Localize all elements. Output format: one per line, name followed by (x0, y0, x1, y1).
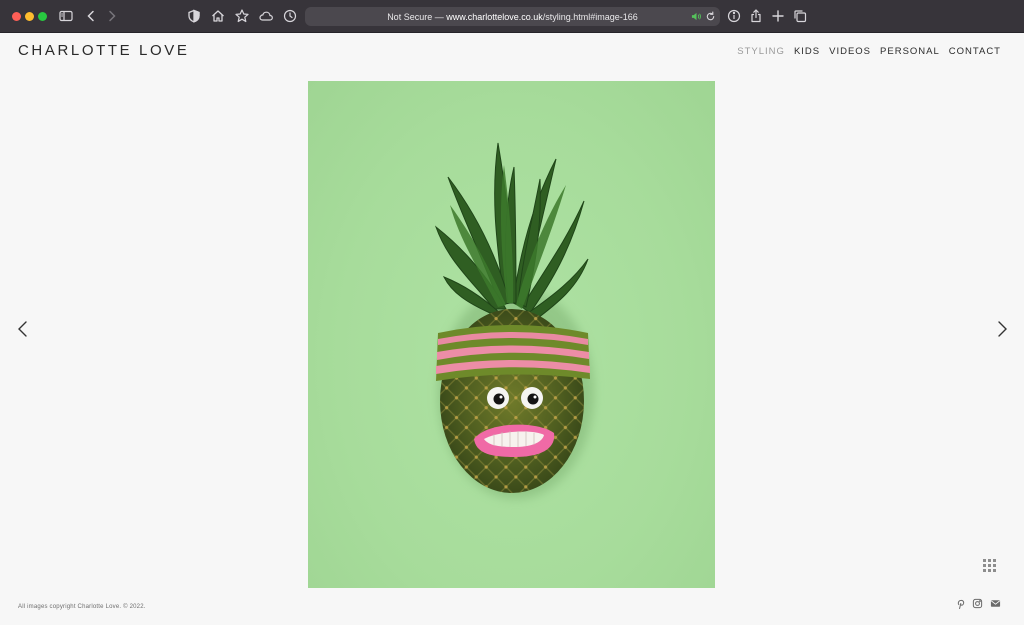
site-title[interactable]: CHARLOTTE LOVE (18, 42, 189, 59)
home-icon[interactable] (210, 8, 226, 24)
nav-item-personal[interactable]: PERSONAL (880, 46, 940, 57)
sidebar-icon[interactable] (58, 8, 74, 24)
minimize-window-button[interactable] (25, 12, 34, 21)
shield-icon[interactable] (186, 8, 202, 24)
star-icon[interactable] (234, 8, 250, 24)
url-security-label: Not Secure — (387, 11, 447, 22)
mail-icon[interactable] (990, 598, 1001, 609)
share-icon[interactable] (748, 8, 764, 24)
close-window-button[interactable] (12, 12, 21, 21)
tabs-overview-icon[interactable] (792, 8, 808, 24)
url-text: Not Secure — www.charlottelove.co.uk/sty… (387, 12, 638, 22)
new-tab-icon[interactable] (770, 8, 786, 24)
zoom-window-button[interactable] (38, 12, 47, 21)
address-bar[interactable]: Not Secure — www.charlottelove.co.uk/sty… (305, 7, 720, 26)
gallery-image[interactable] (308, 81, 715, 588)
pineapple-photo (434, 142, 594, 499)
info-icon[interactable] (726, 8, 742, 24)
forward-icon[interactable] (104, 8, 120, 24)
nav-item-styling[interactable]: STYLING (737, 46, 785, 57)
grid-view-icon[interactable] (983, 559, 998, 574)
back-icon[interactable] (83, 8, 99, 24)
history-icon[interactable] (282, 8, 298, 24)
main-nav: STYLING KIDS VIDEOS PERSONAL CONTACT (737, 46, 1001, 57)
reload-icon[interactable] (705, 11, 716, 22)
nav-item-videos[interactable]: VIDEOS (829, 46, 871, 57)
browser-toolbar: Not Secure — www.charlottelove.co.uk/sty… (0, 0, 1024, 33)
pinterest-icon[interactable] (955, 598, 966, 609)
url-path: /styling.html#image-166 (542, 11, 638, 22)
nav-item-kids[interactable]: KIDS (794, 46, 820, 57)
nav-item-contact[interactable]: CONTACT (949, 46, 1001, 57)
instagram-icon[interactable] (972, 598, 983, 609)
url-host: www.charlottelove.co.uk (446, 11, 543, 22)
speaker-icon[interactable] (691, 11, 702, 22)
copyright-text: All images copyright Charlotte Love. © 2… (18, 604, 146, 610)
prev-arrow-icon[interactable] (16, 320, 30, 338)
cloud-icon[interactable] (258, 8, 274, 24)
next-arrow-icon[interactable] (995, 320, 1009, 338)
